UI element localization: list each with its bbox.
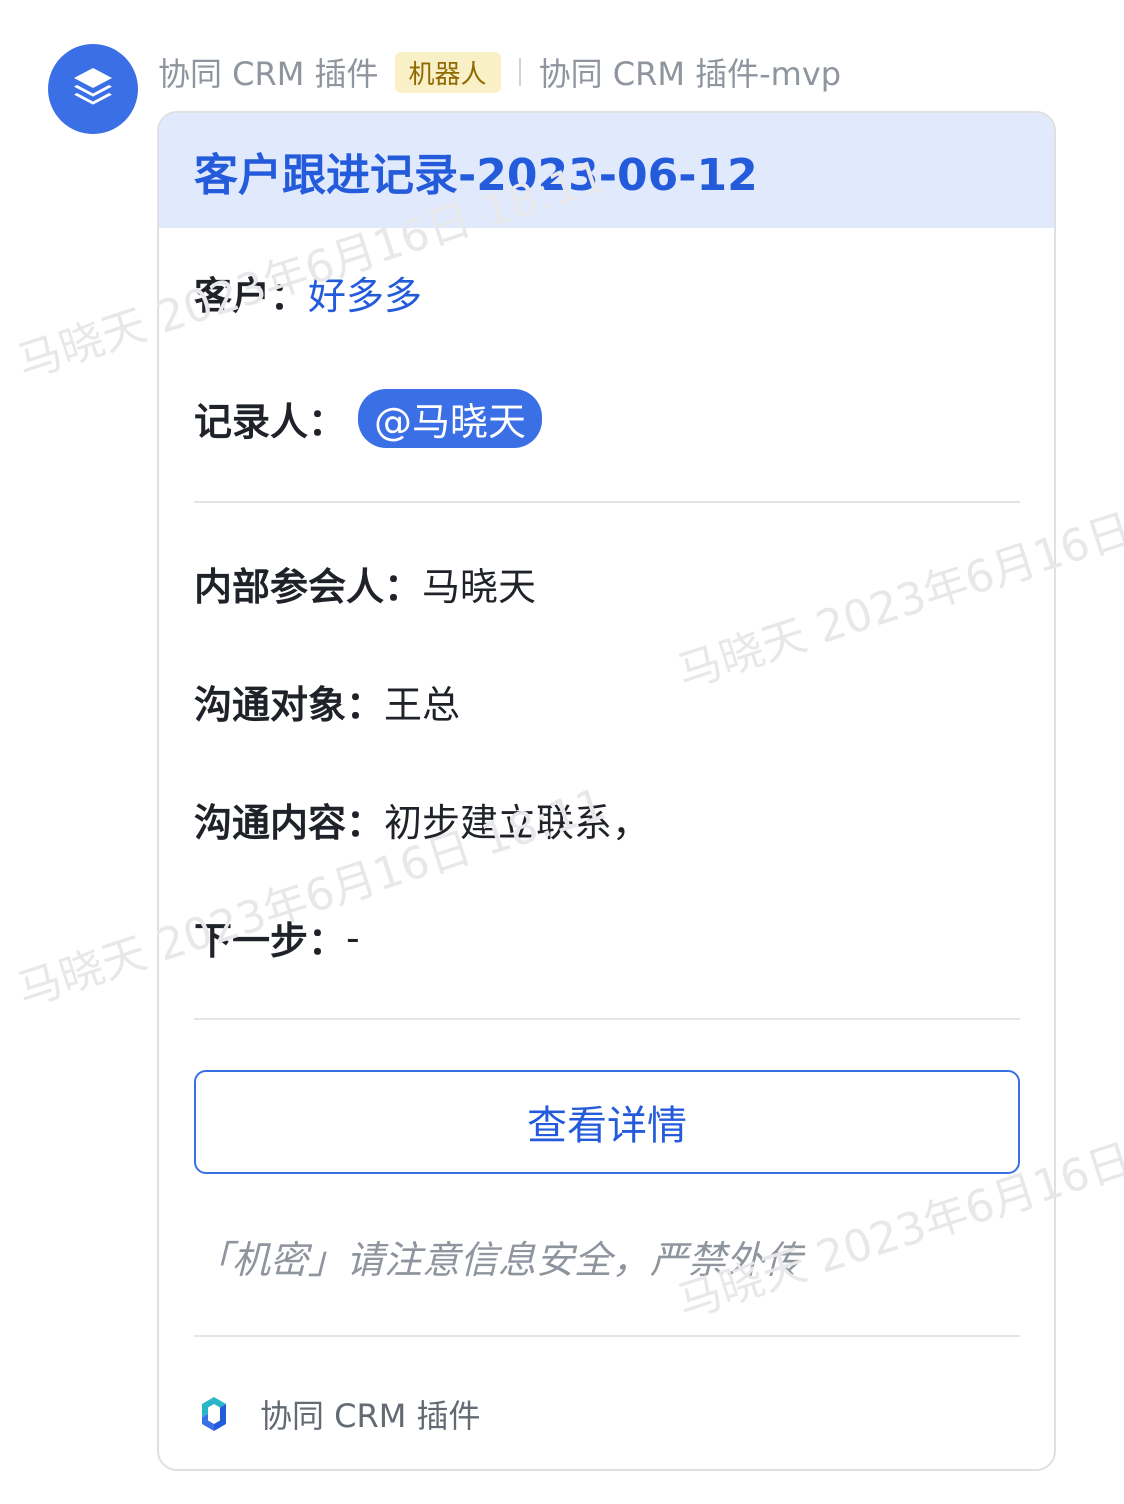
contact-row: 沟通对象： 王总 <box>194 674 460 729</box>
confidential-notice: 「机密」请注意信息安全，严禁外传 <box>194 1238 803 1282</box>
header-separator <box>518 58 521 86</box>
recorder-label: 记录人： <box>194 400 347 444</box>
next-step-label: 下一步： <box>194 919 347 963</box>
content-row: 沟通内容： 初步建立联系， <box>194 792 650 847</box>
divider <box>194 1018 1020 1020</box>
content-label: 沟通内容： <box>194 801 385 845</box>
crm-logo-icon <box>194 1394 234 1434</box>
participants-value: 马晓天 <box>422 565 537 609</box>
bot-tag: 机器人 <box>394 51 501 93</box>
sender-header: 协同 CRM 插件 机器人 协同 CRM 插件-mvp <box>158 48 841 96</box>
layers-icon <box>68 62 118 116</box>
view-details-button[interactable]: 查看详情 <box>194 1070 1020 1174</box>
next-step-row: 下一步： - <box>194 910 360 965</box>
recorder-mention[interactable]: @马晓天 <box>358 389 543 448</box>
contact-value: 王总 <box>384 683 461 727</box>
bot-avatar[interactable] <box>48 44 138 134</box>
chat-message: 马晓天 2023年6月16日 18:11 马晓天 2023年6月16日 18:1… <box>0 0 1124 1504</box>
footer-app-name: 协同 CRM 插件 <box>260 1397 481 1435</box>
card-title: 客户跟进记录-2023-06-12 <box>194 149 758 201</box>
sender-name[interactable]: 协同 CRM 插件 <box>158 49 379 95</box>
recorder-row: 记录人： @马晓天 <box>194 389 543 448</box>
next-step-value: - <box>346 915 360 960</box>
divider <box>194 1335 1020 1337</box>
divider <box>194 501 1020 503</box>
content-value: 初步建立联系， <box>384 801 651 845</box>
card-header: 客户跟进记录-2023-06-12 <box>159 113 1054 228</box>
participants-label: 内部参会人： <box>194 565 423 609</box>
contact-label: 沟通对象： <box>194 683 385 727</box>
customer-row: 客户： 好多多 <box>194 265 422 320</box>
customer-label: 客户： <box>194 274 309 318</box>
participants-row: 内部参会人： 马晓天 <box>194 556 536 611</box>
sender-source: 协同 CRM 插件-mvp <box>538 55 842 93</box>
card-footer: 协同 CRM 插件 <box>194 1391 481 1437</box>
customer-link[interactable]: 好多多 <box>308 265 422 320</box>
message-card: 客户跟进记录-2023-06-12 客户： 好多多 记录人： @马晓天 内部参会… <box>157 111 1056 1471</box>
